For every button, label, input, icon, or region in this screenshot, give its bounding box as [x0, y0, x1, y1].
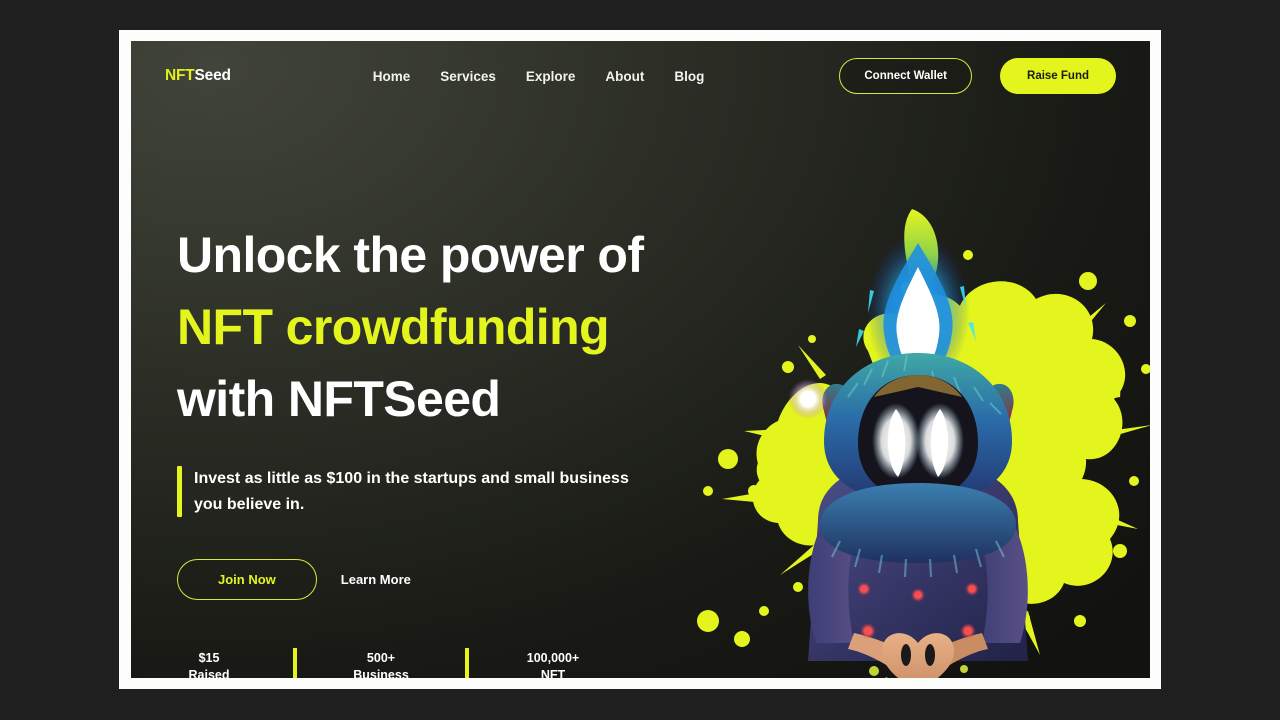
stat-nft-value: 100,000+: [526, 651, 580, 666]
page-root: NFTSeed Home Services Explore About Blog…: [0, 0, 1280, 720]
learn-more-link[interactable]: Learn More: [341, 572, 411, 587]
fur-collar: [820, 483, 1016, 563]
nav-item-blog[interactable]: Blog: [674, 69, 704, 84]
hero-subheading: Invest as little as $100 in the startups…: [177, 466, 737, 518]
stat-business-label: Business: [353, 668, 409, 678]
brand-logo-primary: NFT: [165, 67, 195, 84]
hero-content: Unlock the power of NFT crowdfunding wit…: [177, 219, 737, 678]
brand-logo-secondary: Seed: [194, 67, 231, 84]
headline-line-1: Unlock the power of: [177, 227, 644, 283]
hero-cta-row: Join Now Learn More: [177, 559, 737, 601]
nav-item-explore[interactable]: Explore: [526, 69, 576, 84]
stat-raised-label: Raised: [188, 668, 230, 678]
raise-fund-button[interactable]: Raise Fund: [1000, 58, 1116, 94]
hero-headline: Unlock the power of NFT crowdfunding wit…: [177, 219, 737, 435]
hero-section: NFTSeed Home Services Explore About Blog…: [131, 41, 1150, 678]
hero-subheading-text: Invest as little as $100 in the startups…: [194, 470, 629, 513]
hero-stats: $15 Raised 500+ Business 100,000+ NFT: [177, 648, 737, 678]
navbar: NFTSeed Home Services Explore About Blog…: [131, 41, 1150, 111]
stat-nft: 100,000+ NFT: [521, 650, 585, 678]
nav-item-about[interactable]: About: [605, 69, 644, 84]
hero-illustration: [668, 191, 1150, 678]
stat-divider: [465, 648, 469, 678]
hero-frame: NFTSeed Home Services Explore About Blog…: [119, 30, 1161, 689]
headline-line-3: with NFTSeed: [177, 371, 501, 427]
headline-line-2: NFT crowdfunding: [177, 299, 610, 355]
stat-raised: $15 Raised: [177, 650, 241, 678]
stat-business-value: 500+: [366, 651, 396, 666]
nav-links: Home Services Explore About Blog: [373, 69, 705, 84]
stat-nft-label: NFT: [540, 668, 566, 678]
brand-logo[interactable]: NFTSeed: [165, 67, 231, 85]
stat-raised-value: $15: [198, 651, 220, 666]
stat-divider: [293, 648, 297, 678]
nav-item-home[interactable]: Home: [373, 69, 411, 84]
stat-business: 500+ Business: [349, 650, 413, 678]
connect-wallet-button[interactable]: Connect Wallet: [839, 58, 973, 94]
accent-bar: [177, 466, 182, 518]
nav-item-services[interactable]: Services: [440, 69, 496, 84]
join-now-button[interactable]: Join Now: [177, 559, 317, 601]
nav-actions: Connect Wallet Raise Fund: [839, 58, 1116, 94]
